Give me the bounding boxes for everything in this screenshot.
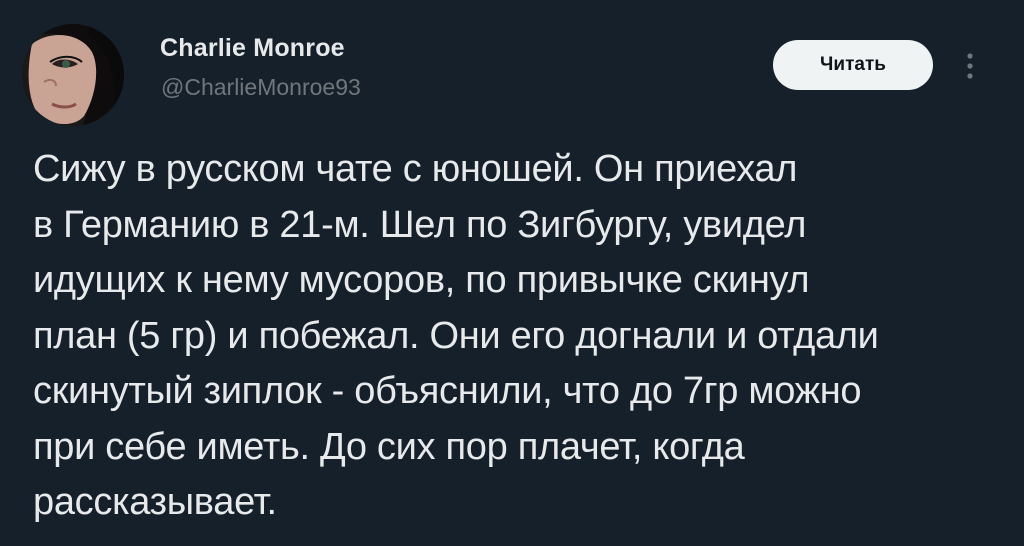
tweet-text-line: план (5 гр) и побежал. Они его догнали и… [33,314,879,357]
tweet-text-line: рассказывает. [33,481,277,523]
tweet-text-line: идущих к нему мусоров, по привычке скину… [33,259,810,301]
tweet-text-line: в Германию в 21-м. Шел по Зигбургу, увид… [33,203,807,246]
author-handle[interactable]: @CharlieMonroe93 [161,74,361,101]
tweet-body: Сижу в русском чате с юношей. Он приехал… [33,142,993,531]
tweet-card: Charlie Monroe @CharlieMonroe93 Читать С… [0,0,1024,546]
tweet-text-line: скинутый зиплок - объяснили, что до 7гр … [33,370,862,412]
avatar[interactable] [22,24,124,126]
vertical-ellipsis-icon [967,53,973,79]
author-display-name[interactable]: Charlie Monroe [160,34,345,63]
follow-button[interactable]: Читать [773,40,933,90]
more-options-button[interactable] [956,44,984,88]
tweet-text-line: при себе иметь. До сих пор плачет, когда [33,425,745,468]
avatar-image [22,24,124,126]
tweet-text-line: Сижу в русском чате с юношей. Он приехал [33,148,798,190]
